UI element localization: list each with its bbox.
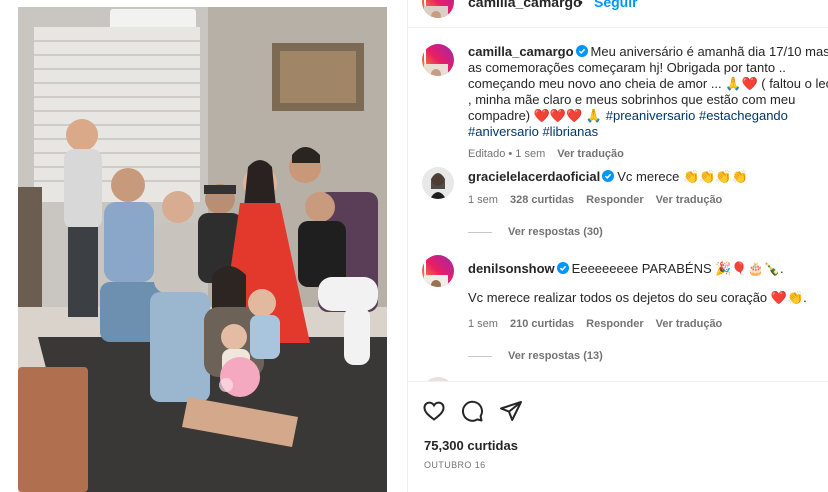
post-sidebar: camilla_camargo • Seguir camilla_camargo… <box>407 0 828 492</box>
post-photo[interactable] <box>18 7 387 492</box>
caption-username[interactable]: camilla_camargo <box>468 44 574 59</box>
view-replies-label: Ver respostas (30) <box>508 226 603 238</box>
author-avatar[interactable] <box>422 0 454 18</box>
action-bar <box>422 399 533 428</box>
comment-text: Vc merece 👏👏👏👏 <box>617 169 748 184</box>
view-replies-button[interactable]: Ver respostas (30) <box>468 226 603 238</box>
caption-time: Editado • 1 sem <box>468 148 546 160</box>
view-replies-button[interactable]: Ver respostas (13) <box>468 350 603 362</box>
translate-link[interactable]: Ver tradução <box>656 194 723 206</box>
author-username[interactable]: camilla_camargo <box>468 0 582 10</box>
view-replies-label: Ver respostas (13) <box>508 350 603 362</box>
hashtag[interactable]: #preaniversario <box>606 108 696 123</box>
comment-meta: 1 sem 328 curtidas Responder Ver tradução <box>468 194 734 206</box>
translate-link[interactable]: Ver tradução <box>656 318 723 330</box>
comment-text-second: Vc merece realizar todos os dejetos do s… <box>468 290 807 305</box>
post-date: OUTUBRO 16 <box>424 460 486 470</box>
avatar-image <box>422 167 454 199</box>
avatar-image <box>424 275 448 287</box>
reply-button[interactable]: Responder <box>586 318 643 330</box>
comments-scroll[interactable]: camilla_camargo Meu aniversário é amanhã … <box>408 29 828 381</box>
follow-button[interactable]: Seguir <box>594 0 638 10</box>
paper-plane-icon <box>499 401 522 421</box>
caption: camilla_camargo Meu aniversário é amanhã … <box>422 44 828 160</box>
verified-badge-icon <box>602 170 615 182</box>
comment-meta: 1 sem 210 curtidas Responder Ver tradução <box>468 318 734 330</box>
replies-divider <box>468 355 492 357</box>
hashtag[interactable]: #estachegando <box>699 108 788 123</box>
header-separator: • <box>578 0 583 10</box>
replies-divider <box>468 231 492 233</box>
comment-button[interactable] <box>460 399 484 428</box>
hashtag[interactable]: #aniversario <box>468 124 539 139</box>
likes-count[interactable]: 75,300 curtidas <box>424 438 518 453</box>
like-button[interactable] <box>422 399 446 428</box>
comment-time: 1 sem <box>468 318 498 330</box>
verified-badge-icon <box>556 262 569 274</box>
commenter-avatar[interactable] <box>422 255 454 287</box>
reply-button[interactable]: Responder <box>586 194 643 206</box>
caption-translate-link[interactable]: Ver tradução <box>557 148 624 160</box>
post-actions: 75,300 curtidas OUTUBRO 16 <box>408 381 828 492</box>
media-pane <box>0 0 407 492</box>
heart-outline-icon <box>423 401 445 421</box>
commenter-avatar[interactable] <box>422 167 454 199</box>
verified-badge-icon <box>575 45 588 57</box>
comment-text: Eeeeeeeee PARABÉNS 🎉🎈🎂🍾. <box>571 261 784 276</box>
comment-bubble-icon <box>462 400 484 422</box>
caption-body: camilla_camargo Meu aniversário é amanhã … <box>468 44 828 140</box>
share-button[interactable] <box>499 399 523 428</box>
hashtag[interactable]: #librianas <box>542 124 598 139</box>
comment-username[interactable]: denilsonshow <box>468 261 555 276</box>
caption-meta: Editado • 1 sem Ver tradução <box>468 148 636 160</box>
comment-time: 1 sem <box>468 194 498 206</box>
post-header: camilla_camargo • Seguir <box>408 0 828 28</box>
comment-body: gracielelacerdaoficial Vc merece 👏👏👏👏 <box>468 169 828 185</box>
comment-body: denilsonshow Eeeeeeeee PARABÉNS 🎉🎈🎂🍾. Vc … <box>468 261 828 306</box>
avatar-image <box>424 64 448 76</box>
group-photo-illustration <box>18 7 387 492</box>
avatar-image <box>424 6 448 18</box>
comment-item: denilsonshow Eeeeeeeee PARABÉNS 🎉🎈🎂🍾. Vc … <box>422 255 828 381</box>
comment-likes[interactable]: 328 curtidas <box>510 194 574 206</box>
comment-username[interactable]: gracielelacerdaoficial <box>468 169 600 184</box>
comment-likes[interactable]: 210 curtidas <box>510 318 574 330</box>
caption-avatar[interactable] <box>422 44 454 76</box>
